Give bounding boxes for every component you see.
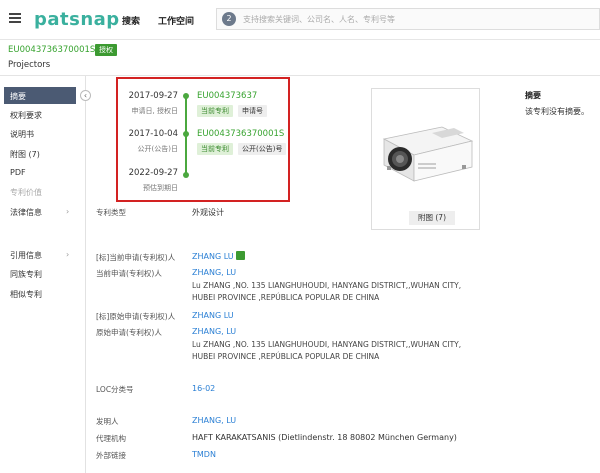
std-original-assignee-label: [标]原始申请(专利权)人 bbox=[96, 312, 176, 321]
timeline-dot bbox=[183, 131, 189, 137]
page-title: Projectors bbox=[8, 60, 51, 70]
sidebar-item-similar[interactable]: 相似专利 bbox=[10, 289, 42, 300]
divider bbox=[0, 75, 600, 76]
timeline-caption: 预估到期日 bbox=[143, 184, 178, 192]
search-input[interactable]: 2 支持搜索关键词、公司名、人名、专利号等 bbox=[216, 8, 600, 30]
inventor-label: 发明人 bbox=[96, 417, 119, 426]
timeline-date: 2017-10-04 bbox=[128, 129, 178, 139]
tag-current-patent: 当前专利 bbox=[197, 105, 233, 117]
figure-card[interactable] bbox=[371, 88, 480, 230]
original-assignee-address-line1: Lu ZHANG ,NO. 135 LIANGHUHOUDI, HANYANG … bbox=[192, 340, 462, 349]
sidebar-item-description[interactable]: 说明书 bbox=[10, 129, 34, 140]
publication-number-link[interactable]: EU0043736370001S bbox=[197, 129, 284, 139]
timeline-date: 2022-09-27 bbox=[128, 168, 178, 178]
patent-type-value: 外观设计 bbox=[192, 208, 224, 217]
menu-icon[interactable] bbox=[9, 13, 21, 23]
agency-label: 代理机构 bbox=[96, 434, 126, 443]
abstract-title: 摘要 bbox=[525, 91, 541, 100]
application-number-link[interactable]: EU004373637 bbox=[197, 91, 257, 101]
std-original-assignee-link[interactable]: ZHANG LU bbox=[192, 311, 234, 320]
timeline-caption: 公开(公告)日 bbox=[137, 145, 178, 153]
current-assignee-label: 当前申请(专利权)人 bbox=[96, 269, 162, 278]
tag-current-patent: 当前专利 bbox=[197, 143, 233, 155]
top-bar: patsnap 搜索 工作空间 2 支持搜索关键词、公司名、人名、专利号等 bbox=[0, 0, 600, 40]
search-type-badge[interactable]: 2 bbox=[222, 12, 236, 26]
projector-image bbox=[382, 126, 474, 182]
chevron-right-icon: › bbox=[66, 207, 70, 216]
search-placeholder: 支持搜索关键词、公司名、人名、专利号等 bbox=[243, 15, 395, 24]
inventor-link[interactable]: ZHANG, LU bbox=[192, 416, 236, 425]
sidebar-item-legal[interactable]: 法律信息 bbox=[10, 207, 42, 218]
original-assignee-link[interactable]: ZHANG, LU bbox=[192, 327, 236, 336]
std-current-assignee-link[interactable]: ZHANG LU bbox=[192, 251, 245, 261]
tag-application-number: 申请号 bbox=[238, 105, 267, 117]
sidebar-item-family[interactable]: 同族专利 bbox=[10, 269, 42, 280]
sidebar-item-claims[interactable]: 权利要求 bbox=[10, 110, 42, 121]
nav-workspace[interactable]: 工作空间 bbox=[158, 14, 194, 27]
timeline-dot bbox=[183, 172, 189, 178]
publication-number: EU0043736370001S bbox=[8, 45, 96, 55]
external-link[interactable]: TMDN bbox=[192, 450, 216, 459]
sidebar-item-pdf[interactable]: PDF bbox=[10, 168, 26, 177]
external-link-label: 外部链接 bbox=[96, 451, 126, 460]
company-tag-icon bbox=[235, 251, 245, 260]
abstract-text: 该专利没有摘要。 bbox=[525, 107, 589, 116]
timeline-caption: 申请日, 授权日 bbox=[131, 107, 178, 115]
loc-label: LOC分类号 bbox=[96, 385, 134, 394]
logo[interactable]: patsnap bbox=[34, 9, 120, 30]
figures-button[interactable]: 附图 (7) bbox=[409, 211, 455, 225]
loc-link[interactable]: 16-02 bbox=[192, 384, 215, 393]
sidebar-item-figures[interactable]: 附图 (7) bbox=[10, 149, 40, 160]
status-badge: 授权 bbox=[95, 44, 117, 56]
current-assignee-address-line1: Lu ZHANG ,NO. 135 LIANGHUHOUDI, HANYANG … bbox=[192, 281, 462, 290]
nav-search[interactable]: 搜索 bbox=[122, 14, 140, 27]
original-assignee-label: 原始申请(专利权)人 bbox=[96, 328, 162, 337]
sidebar-item-citations[interactable]: 引用信息 bbox=[10, 250, 42, 261]
current-assignee-address-line2: HUBEI PROVINCE ,REPÚBLICA POPULAR DE CHI… bbox=[192, 293, 380, 302]
tag-publication-number: 公开(公告)号 bbox=[238, 143, 287, 155]
patent-type-label: 专利类型 bbox=[96, 208, 126, 217]
timeline-date: 2017-09-27 bbox=[128, 91, 178, 101]
agency-value: HAFT KARAKATSANIS (Dietlindenstr. 18 808… bbox=[192, 433, 457, 442]
timeline-dot bbox=[183, 93, 189, 99]
std-current-assignee-label: [标]当前申请(专利权)人 bbox=[96, 253, 176, 262]
collapse-sidebar-button[interactable]: ‹ bbox=[80, 90, 91, 101]
current-assignee-link[interactable]: ZHANG, LU bbox=[192, 268, 236, 277]
sidebar-item-label: 摘要 bbox=[10, 92, 26, 101]
original-assignee-address-line2: HUBEI PROVINCE ,REPÚBLICA POPULAR DE CHI… bbox=[192, 352, 380, 361]
sidebar-item-value: 专利价值 bbox=[10, 188, 42, 197]
chevron-right-icon: › bbox=[66, 250, 70, 259]
